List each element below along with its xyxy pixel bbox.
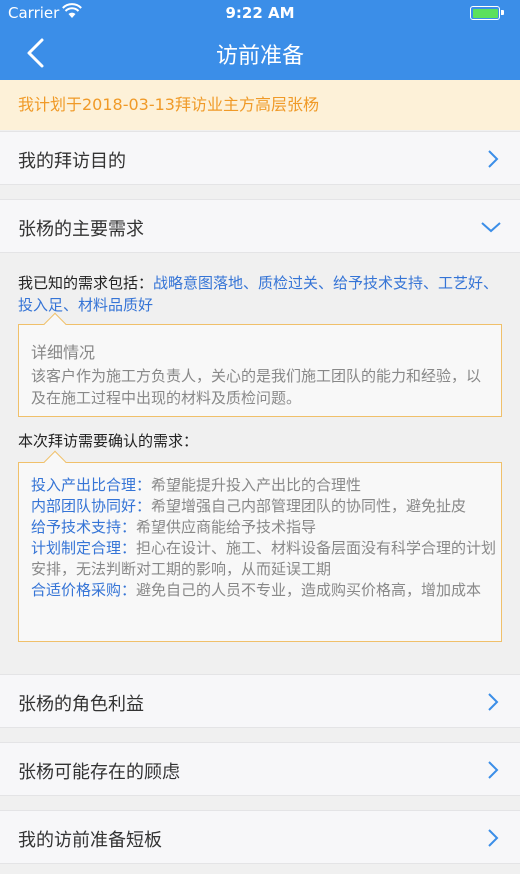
- visit-plan-banner: 我计划于2018-03-13拜访业主方高层张杨: [0, 80, 520, 130]
- confirm-item: 内部团队协同好：希望增强自己内部管理团队的协同性，避免扯皮: [31, 496, 497, 517]
- detail-box: 详细情况 该客户作为施工方负责人，关心的是我们施工团队的能力和经验，以及在施工过…: [18, 312, 502, 417]
- confirm-item-key: 投入产出比合理：: [31, 476, 152, 494]
- known-needs-prefix: 我已知的需求包括：: [18, 274, 154, 292]
- row-visit-purpose[interactable]: 我的拜访目的: [0, 131, 520, 185]
- confirm-item: 计划制定合理：担心在设计、施工、材料设备层面没有科学合理的计划安排，无法判断对工…: [31, 538, 497, 580]
- row-label: 张杨的角色利益: [18, 694, 144, 715]
- row-label: 我的拜访目的: [18, 151, 126, 172]
- row-role-interests[interactable]: 张杨的角色利益: [0, 674, 520, 728]
- row-possible-concerns[interactable]: 张杨可能存在的顾虑: [0, 742, 520, 796]
- battery-icon: [470, 6, 504, 20]
- row-label: 张杨的主要需求: [18, 219, 144, 240]
- confirm-item-key: 计划制定合理：: [31, 539, 137, 557]
- known-needs: 我已知的需求包括：战略意图落地、质检过关、给予技术支持、工艺好、投入足、材料品质…: [18, 272, 508, 316]
- detail-title: 详细情况: [31, 343, 96, 362]
- row-label: 我的访前准备短板: [18, 830, 162, 851]
- confirm-item-key: 内部团队协同好：: [31, 497, 152, 515]
- status-bar: Carrier 9:22 AM: [0, 0, 520, 26]
- confirm-item: 合适价格采购：避免自己的人员不专业，造成购买价格高，增加成本: [31, 580, 497, 601]
- confirm-item-desc: 希望增强自己内部管理团队的协同性，避免扯皮: [151, 497, 467, 515]
- confirm-item-desc: 避免自己的人员不专业，造成购买价格高，增加成本: [136, 581, 482, 599]
- confirm-item-key: 合适价格采购：: [31, 581, 137, 599]
- confirm-item-desc: 希望能提升投入产出比的合理性: [151, 476, 362, 494]
- chevron-right-icon: [488, 693, 499, 711]
- chevron-down-icon: [481, 222, 501, 233]
- chevron-right-icon: [488, 829, 499, 847]
- detail-text: 该客户作为施工方负责人，关心的是我们施工团队的能力和经验，以及在施工过程中出现的…: [31, 367, 482, 407]
- confirm-item: 给予技术支持：希望供应商能给予技术指导: [31, 517, 497, 538]
- confirm-item-desc: 希望供应商能给予技术指导: [136, 518, 317, 536]
- nav-bar: 访前准备: [0, 26, 520, 80]
- confirm-item-key: 给予技术支持：: [31, 518, 137, 536]
- chevron-right-icon: [488, 761, 499, 779]
- page-title: 访前准备: [215, 44, 304, 69]
- needs-panel: 我已知的需求包括：战略意图落地、质检过关、给予技术支持、工艺好、投入足、材料品质…: [0, 254, 520, 662]
- confirm-needs-box: 投入产出比合理：希望能提升投入产出比的合理性 内部团队协同好：希望增强自己内部管…: [18, 450, 502, 642]
- row-main-needs[interactable]: 张杨的主要需求: [0, 199, 520, 253]
- status-time: 9:22 AM: [225, 4, 295, 22]
- chevron-right-icon: [488, 150, 499, 168]
- row-prep-weakness[interactable]: 我的访前准备短板: [0, 810, 520, 864]
- confirm-item: 投入产出比合理：希望能提升投入产出比的合理性: [31, 475, 497, 496]
- row-label: 张杨可能存在的顾虑: [18, 762, 180, 783]
- confirm-needs-label: 本次拜访需要确认的需求：: [18, 432, 199, 450]
